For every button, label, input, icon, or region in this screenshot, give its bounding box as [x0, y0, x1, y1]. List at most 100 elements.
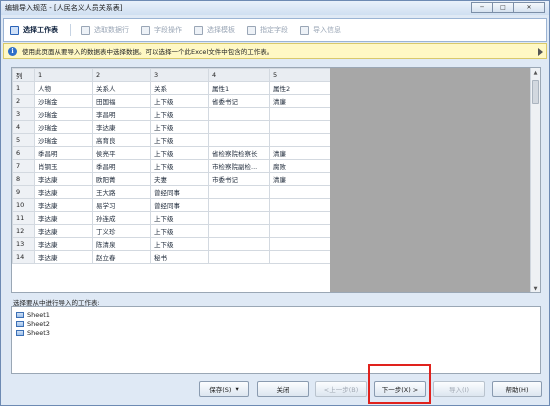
table-cell[interactable]: 易学习 [92, 198, 151, 212]
step-assign-fields[interactable]: 指定字段 [247, 25, 288, 35]
table-cell[interactable]: 上下级 [150, 211, 209, 225]
step-select-sheet[interactable]: 选择工作表 [10, 25, 58, 35]
table-cell[interactable]: 人物 [34, 81, 93, 95]
table-cell[interactable] [269, 198, 331, 212]
minimize-button[interactable]: ─ [471, 2, 493, 13]
table-cell[interactable]: 肖钢玉 [34, 159, 93, 173]
table-cell[interactable] [269, 133, 331, 147]
table-row[interactable]: 9 李达康 王大路 曾经同事 [12, 185, 331, 199]
table-cell[interactable]: 孙连成 [92, 211, 151, 225]
table-cell[interactable]: 王大路 [92, 185, 151, 199]
table-cell[interactable]: 赵立春 [92, 250, 151, 264]
row-number[interactable]: 11 [12, 211, 35, 225]
table-cell[interactable]: 沙瑞金 [34, 107, 93, 121]
table-cell[interactable]: 李达康 [34, 185, 93, 199]
expand-arrow-icon[interactable] [538, 48, 543, 56]
table-cell[interactable]: 曾经同事 [150, 198, 209, 212]
step-select-template[interactable]: 选择模板 [194, 25, 235, 35]
table-cell[interactable]: 陈清泉 [92, 237, 151, 251]
dropdown-arrow-icon[interactable]: ▾ [235, 385, 238, 393]
table-cell[interactable]: 曾经同事 [150, 185, 209, 199]
row-number[interactable]: 1 [12, 81, 35, 95]
step-select-rows[interactable]: 选取数据行 [81, 25, 129, 35]
help-button[interactable]: 帮助(H) [492, 381, 542, 397]
table-cell[interactable]: 侯亮平 [92, 146, 151, 160]
title-bar[interactable]: 编辑导入规范 - [人民名义人员关系表] ─ □ ✕ [1, 1, 549, 15]
row-number[interactable]: 4 [12, 120, 35, 134]
table-cell[interactable]: 省检察院检察长 [208, 146, 270, 160]
close-button[interactable]: 关闭 [257, 381, 309, 397]
sheet-list[interactable]: Sheet1 Sheet2 Sheet3 [11, 306, 541, 374]
table-cell[interactable]: 关系人 [92, 81, 151, 95]
sheet-item[interactable]: Sheet2 [16, 319, 536, 328]
table-row[interactable]: 2 沙瑞金 田国福 上下级 省委书记 清廉 [12, 94, 331, 108]
row-number[interactable]: 6 [12, 146, 35, 160]
table-cell[interactable]: 清廉 [269, 94, 331, 108]
table-cell[interactable] [208, 237, 270, 251]
column-header[interactable]: 1 [34, 68, 93, 82]
row-number[interactable]: 5 [12, 133, 35, 147]
row-number[interactable]: 8 [12, 172, 35, 186]
table-cell[interactable]: 上下级 [150, 237, 209, 251]
scroll-thumb[interactable] [532, 80, 539, 104]
table-cell[interactable] [269, 120, 331, 134]
table-cell[interactable]: 清廉 [269, 172, 331, 186]
table-cell[interactable]: 省委书记 [208, 94, 270, 108]
step-import-info[interactable]: 导入信息 [300, 25, 341, 35]
row-number[interactable]: 3 [12, 107, 35, 121]
table-cell[interactable] [208, 211, 270, 225]
sheet-item[interactable]: Sheet3 [16, 328, 536, 337]
column-header[interactable]: 5 [269, 68, 331, 82]
row-number[interactable]: 9 [12, 185, 35, 199]
table-cell[interactable] [269, 107, 331, 121]
table-cell[interactable] [208, 133, 270, 147]
table-row[interactable]: 11 李达康 孙连成 上下级 [12, 211, 331, 225]
table-cell[interactable] [208, 224, 270, 238]
table-cell[interactable]: 市检察院副检... [208, 159, 270, 173]
table-row[interactable]: 13 李达康 陈清泉 上下级 [12, 237, 331, 251]
table-cell[interactable]: 属性2 [269, 81, 331, 95]
table-cell[interactable]: 李达康 [34, 172, 93, 186]
table-cell[interactable]: 李昌明 [92, 107, 151, 121]
table-cell[interactable] [269, 185, 331, 199]
table-cell[interactable]: 上下级 [150, 224, 209, 238]
table-cell[interactable]: 关系 [150, 81, 209, 95]
table-cell[interactable]: 丁义珍 [92, 224, 151, 238]
table-row[interactable]: 14 李达康 赵立春 秘书 [12, 250, 331, 264]
table-cell[interactable] [208, 107, 270, 121]
table-cell[interactable] [208, 120, 270, 134]
table-cell[interactable]: 季昌明 [34, 146, 93, 160]
row-number[interactable]: 12 [12, 224, 35, 238]
table-row[interactable]: 8 李达康 欧阳菁 夫妻 市委书记 清廉 [12, 172, 331, 186]
table-cell[interactable]: 李达康 [34, 250, 93, 264]
maximize-button[interactable]: □ [492, 2, 514, 13]
row-number[interactable]: 10 [12, 198, 35, 212]
row-number[interactable]: 2 [12, 94, 35, 108]
column-header[interactable]: 3 [150, 68, 209, 82]
column-header[interactable]: 2 [92, 68, 151, 82]
table-cell[interactable] [208, 198, 270, 212]
table-cell[interactable]: 李达康 [34, 211, 93, 225]
table-cell[interactable]: 上下级 [150, 146, 209, 160]
table-cell[interactable] [269, 224, 331, 238]
table-cell[interactable]: 秘书 [150, 250, 209, 264]
table-row[interactable]: 10 李达康 易学习 曾经同事 [12, 198, 331, 212]
table-row[interactable]: 1 人物 关系人 关系 属性1 属性2 [12, 81, 331, 95]
table-cell[interactable] [208, 185, 270, 199]
table-cell[interactable]: 田国福 [92, 94, 151, 108]
row-number[interactable]: 13 [12, 237, 35, 251]
close-window-button[interactable]: ✕ [513, 2, 545, 13]
import-button[interactable]: 导入(I) [433, 381, 485, 397]
table-cell[interactable] [269, 211, 331, 225]
vertical-scrollbar[interactable]: ▲ ▼ [530, 68, 540, 292]
table-cell[interactable] [269, 237, 331, 251]
table-cell[interactable]: 高育良 [92, 133, 151, 147]
save-button[interactable]: 保存(S) ▾ [199, 381, 249, 397]
table-cell[interactable]: 属性1 [208, 81, 270, 95]
table-cell[interactable]: 沙瑞金 [34, 133, 93, 147]
table-cell[interactable]: 欧阳菁 [92, 172, 151, 186]
column-header[interactable]: 列 [12, 68, 35, 82]
table-cell[interactable]: 季昌明 [92, 159, 151, 173]
previous-button[interactable]: <上一步(B) [315, 381, 367, 397]
table-cell[interactable]: 上下级 [150, 94, 209, 108]
